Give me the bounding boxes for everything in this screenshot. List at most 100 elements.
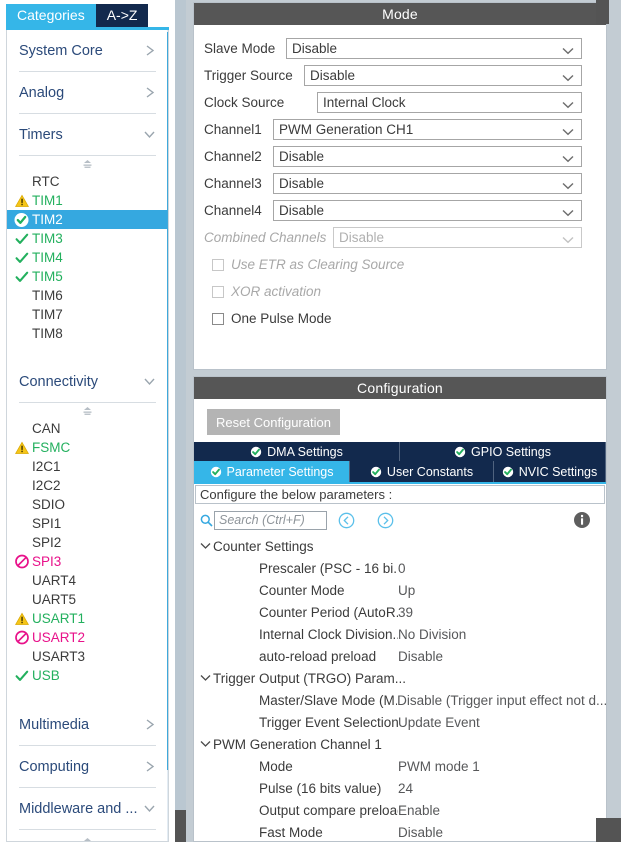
peripheral-spi3[interactable]: SPI3 xyxy=(7,552,168,571)
peripheral-spi1[interactable]: SPI1 xyxy=(7,514,168,533)
peripheral-usart2[interactable]: USART2 xyxy=(7,628,168,647)
chevron-right-icon xyxy=(145,760,156,773)
tab-dma-settings[interactable]: DMA Settings xyxy=(194,442,400,461)
combobox-clock-source[interactable]: Internal Clock xyxy=(317,92,582,113)
scrollbar-arrow-down[interactable] xyxy=(596,818,621,842)
chevron-down-icon xyxy=(143,129,156,140)
chevron-down-icon[interactable] xyxy=(197,542,213,550)
search-next-button[interactable] xyxy=(377,512,394,529)
parameter-row[interactable]: Prescaler (PSC - 16 bi... 0 xyxy=(194,557,606,579)
sidebar-category-system-core[interactable]: System Core xyxy=(19,30,156,72)
tree-group-counter-settings[interactable]: Counter Settings xyxy=(194,535,606,557)
parameter-row[interactable]: Master/Slave Mode (M... Disable (Trigger … xyxy=(194,689,606,711)
sidebar-scroll-area: System Core Analog Timers RTC TIM1 TIM2 … xyxy=(6,30,169,842)
middleware-scroll-spinner[interactable] xyxy=(7,834,168,841)
peripheral-tim8[interactable]: TIM8 xyxy=(7,324,168,343)
combobox-trigger-source[interactable]: Disable xyxy=(304,65,582,86)
sidebar-category-connectivity[interactable]: Connectivity xyxy=(19,361,156,403)
parameter-row[interactable]: auto-reload preload Disable xyxy=(194,645,606,667)
mode-row-channel1: Channel1 PWM Generation CH1 xyxy=(194,116,606,143)
tab-gpio-settings[interactable]: GPIO Settings xyxy=(400,442,606,461)
peripheral-sdio[interactable]: SDIO xyxy=(7,495,168,514)
tab-status-icon xyxy=(369,465,382,478)
parameter-value[interactable]: Enable xyxy=(398,803,440,818)
no-status-icon xyxy=(14,421,29,436)
peripheral-tim4[interactable]: TIM4 xyxy=(7,248,168,267)
parameter-row[interactable]: Counter Period (AutoR... 39 xyxy=(194,601,606,623)
tab-parameter-settings[interactable]: Parameter Settings xyxy=(194,461,350,482)
parameter-value[interactable]: 39 xyxy=(398,605,413,620)
combobox-channel3[interactable]: Disable xyxy=(273,173,582,194)
chevron-down-icon[interactable] xyxy=(197,674,213,682)
search-previous-button[interactable] xyxy=(338,512,355,529)
parameter-value[interactable]: PWM mode 1 xyxy=(398,759,480,774)
peripheral-fsmc[interactable]: FSMC xyxy=(7,438,168,457)
peripheral-uart5[interactable]: UART5 xyxy=(7,590,168,609)
tree-group-pwm-generation-channel-1[interactable]: PWM Generation Channel 1 xyxy=(194,733,606,755)
combobox-channel1[interactable]: PWM Generation CH1 xyxy=(273,119,582,140)
peripheral-tim6[interactable]: TIM6 xyxy=(7,286,168,305)
peripheral-can[interactable]: CAN xyxy=(7,419,168,438)
parameter-value[interactable]: No Division xyxy=(398,627,466,642)
checkbox-row-one-pulse-mode[interactable]: One Pulse Mode xyxy=(194,305,606,332)
parameter-value[interactable]: Disable xyxy=(398,649,443,664)
sidebar-category-timers[interactable]: Timers xyxy=(19,114,156,156)
sidebar-scrollbar-thumb[interactable] xyxy=(167,32,168,770)
connectivity-scroll-up-spinner[interactable] xyxy=(7,403,168,419)
tab-a-to-z[interactable]: A->Z xyxy=(95,4,149,28)
peripheral-usart1[interactable]: USART1 xyxy=(7,609,168,628)
search-input[interactable]: Search (Ctrl+F) xyxy=(214,511,327,530)
tab-nvic-settings[interactable]: NVIC Settings xyxy=(494,461,606,482)
peripheral-usb[interactable]: USB xyxy=(7,666,168,685)
parameter-row[interactable]: Internal Clock Division... No Division xyxy=(194,623,606,645)
peripheral-i2c1[interactable]: I2C1 xyxy=(7,457,168,476)
peripheral-spi2[interactable]: SPI2 xyxy=(7,533,168,552)
peripheral-tim2[interactable]: TIM2 xyxy=(7,210,168,229)
sidebar-category-analog[interactable]: Analog xyxy=(19,72,156,114)
tab-user-constants[interactable]: User Constants xyxy=(350,461,494,482)
info-icon[interactable] xyxy=(573,511,591,529)
outer-scrollbar-track[interactable] xyxy=(175,0,186,842)
tab-categories[interactable]: Categories xyxy=(6,4,96,28)
parameter-row[interactable]: Mode PWM mode 1 xyxy=(194,755,606,777)
peripheral-rtc[interactable]: RTC xyxy=(7,172,168,191)
peripheral-tim1[interactable]: TIM1 xyxy=(7,191,168,210)
sidebar-category-multimedia[interactable]: Multimedia xyxy=(19,704,156,746)
scrollbar-arrow-up[interactable] xyxy=(596,0,609,24)
combobox-channel4[interactable]: Disable xyxy=(273,200,582,221)
tree-group-trigger-output-trgo-param-[interactable]: Trigger Output (TRGO) Param... xyxy=(194,667,606,689)
peripheral-tim7[interactable]: TIM7 xyxy=(7,305,168,324)
parameter-value[interactable]: 0 xyxy=(398,561,406,576)
parameter-row[interactable]: Fast Mode Disable xyxy=(194,821,606,841)
parameter-row[interactable]: Counter Mode Up xyxy=(194,579,606,601)
parameter-value[interactable]: Disable (Trigger input effect not d... xyxy=(397,693,606,708)
parameter-row[interactable]: Trigger Event Selection Update Event xyxy=(194,711,606,733)
peripheral-tim5[interactable]: TIM5 xyxy=(7,267,168,286)
parameter-value[interactable]: Up xyxy=(398,583,415,598)
timers-scroll-up-spinner[interactable] xyxy=(7,156,168,172)
peripheral-i2c2[interactable]: I2C2 xyxy=(7,476,168,495)
parameter-value[interactable]: Update Event xyxy=(398,715,480,730)
parameter-row[interactable]: Pulse (16 bits value) 24 xyxy=(194,777,606,799)
peripheral-usart3[interactable]: USART3 xyxy=(7,647,168,666)
mode-panel-scrollbar[interactable] xyxy=(609,0,621,372)
outer-scrollbar-arrow-down[interactable] xyxy=(175,810,186,842)
combobox-slave-mode[interactable]: Disable xyxy=(286,38,582,59)
combobox-channel2[interactable]: Disable xyxy=(273,146,582,167)
reset-configuration-button[interactable]: Reset Configuration xyxy=(207,409,340,435)
parameter-name: Mode xyxy=(259,758,293,774)
check-status-icon xyxy=(14,231,29,246)
checkbox-one-pulse-mode[interactable] xyxy=(212,312,224,325)
sidebar-category-middleware[interactable]: Middleware and ... xyxy=(19,788,156,830)
parameter-value[interactable]: 24 xyxy=(398,781,413,796)
parameter-value[interactable]: Disable xyxy=(398,825,443,840)
sidebar-category-computing[interactable]: Computing xyxy=(19,746,156,788)
check-circle-status-icon xyxy=(14,212,29,227)
parameter-row[interactable]: Output compare preload Enable xyxy=(194,799,606,821)
check-status-icon xyxy=(14,668,29,683)
chevron-down-icon[interactable] xyxy=(197,740,213,748)
configuration-panel-scrollbar[interactable] xyxy=(609,376,621,842)
peripheral-tim3[interactable]: TIM3 xyxy=(7,229,168,248)
combobox-value: Disable xyxy=(279,149,325,164)
peripheral-uart4[interactable]: UART4 xyxy=(7,571,168,590)
